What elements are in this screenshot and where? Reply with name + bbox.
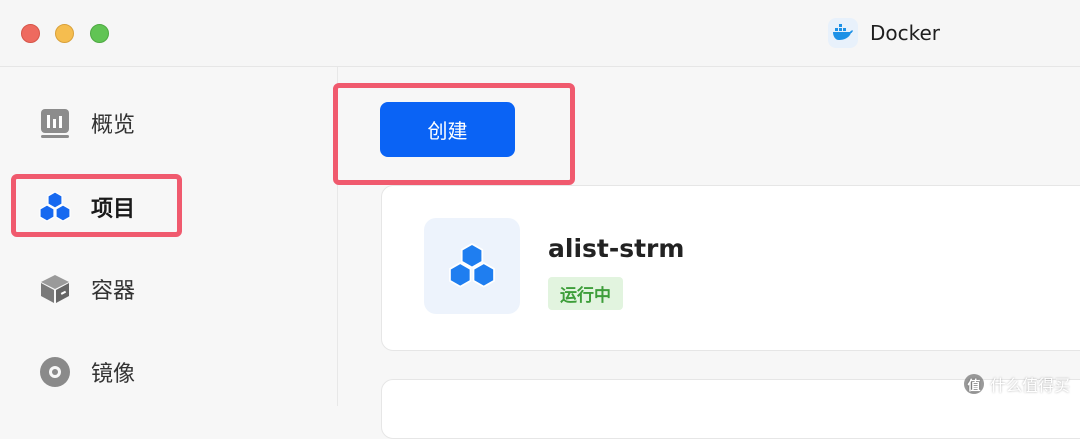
status-badge: 运行中: [548, 277, 623, 310]
sidebar-item-images[interactable]: 镜像: [38, 352, 135, 392]
create-button[interactable]: 创建: [380, 102, 515, 157]
docker-whale-icon: [828, 18, 858, 48]
image-disc-icon: [38, 355, 72, 389]
sidebar-item-label: 概览: [91, 113, 136, 138]
sidebar-item-label: 镜像: [91, 362, 136, 387]
container-box-icon: [38, 272, 72, 306]
close-window-button[interactable]: [21, 24, 40, 43]
app-title: Docker: [828, 17, 940, 49]
minimize-window-button[interactable]: [55, 24, 74, 43]
window-titlebar: Docker: [0, 0, 1080, 67]
main-content: 创建 alist-strm 运行中: [338, 67, 1080, 439]
sidebar-item-overview[interactable]: 概览: [38, 103, 135, 143]
sidebar-item-containers[interactable]: 容器: [38, 269, 135, 309]
watermark-logo-icon: 值: [963, 374, 984, 394]
project-cubes-icon: [424, 218, 520, 314]
sidebar: 概览 项目 容器 镜像: [0, 67, 338, 406]
project-name: alist-strm: [548, 234, 685, 263]
project-cubes-icon: [38, 190, 72, 224]
overview-chart-icon: [38, 106, 72, 140]
watermark: 值 什么值得买: [963, 372, 1070, 396]
watermark-text: 什么值得买: [989, 376, 1070, 395]
sidebar-item-label: 容器: [91, 279, 136, 304]
window-title: Docker: [870, 21, 941, 45]
project-card[interactable]: alist-strm 运行中: [381, 185, 1080, 351]
zoom-window-button[interactable]: [90, 24, 109, 43]
sidebar-item-projects[interactable]: 项目: [38, 187, 135, 227]
sidebar-item-label: 项目: [91, 197, 136, 222]
